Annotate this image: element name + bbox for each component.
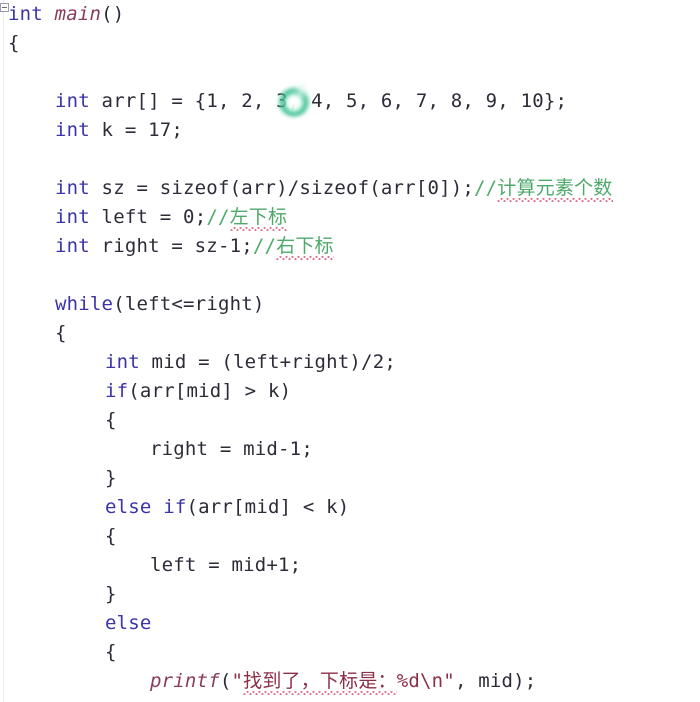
code-line[interactable]: }	[0, 580, 700, 609]
code-line[interactable]: while(left<=right)	[0, 290, 700, 319]
code-plain-token: {	[8, 32, 20, 54]
code-plain-token	[43, 3, 55, 25]
code-plain-token: (left<=right)	[113, 293, 265, 315]
code-line[interactable]: {	[0, 29, 700, 58]
code-number-token: 1	[229, 235, 242, 257]
code-number-token: 1	[278, 554, 290, 576]
code-line[interactable]: else	[0, 609, 700, 638]
code-keyword-token: if	[105, 380, 129, 402]
code-line[interactable]: if(arr[mid] > k)	[0, 377, 700, 406]
code-plain-token: {	[105, 641, 117, 663]
code-plain-token: (arr[mid] > k)	[128, 380, 292, 402]
code-plain-token: {	[105, 409, 117, 431]
code-line[interactable]: int right = sz-1;//右下标	[0, 232, 700, 261]
code-line[interactable]: int arr[] = {1, 2, 3, 4, 5, 6, 7, 8, 9, …	[0, 87, 700, 116]
code-editor-canvas[interactable]: int main() { int arr[] = {1, 2, 3, 4, 5, …	[0, 0, 700, 702]
code-keyword-token: while	[55, 293, 114, 315]
code-number-token: 1	[289, 438, 302, 460]
code-string-token: %d\n"	[396, 670, 455, 692]
code-number-token: 0	[183, 206, 195, 228]
code-line[interactable]: {	[0, 638, 700, 667]
code-plain-token: ;	[384, 351, 396, 373]
code-plain-token: right = mid-	[150, 438, 290, 460]
code-plain-token: }	[105, 467, 117, 489]
code-plain-token: {	[55, 322, 67, 344]
code-line[interactable]: {	[0, 522, 700, 551]
code-plain-token: right = sz-	[89, 235, 230, 257]
code-line[interactable]: int k = 17;	[0, 116, 700, 145]
code-line[interactable]	[0, 58, 700, 87]
code-plain-token: sz = sizeof(arr)/sizeof(arr[	[89, 177, 428, 199]
code-plain-token: left = mid+	[150, 554, 279, 576]
code-plain-token: ;	[171, 119, 184, 141]
code-line[interactable]: right = mid-1;	[0, 435, 700, 464]
code-number-token: 0	[427, 177, 440, 199]
code-plain-token: ]);	[439, 177, 475, 199]
code-number-token: 17	[148, 119, 172, 141]
code-comment-token: //	[252, 235, 277, 257]
code-line[interactable]: break;	[0, 696, 700, 702]
code-plain-token: mid = (left+right)/	[139, 351, 373, 373]
code-plain-token: ;	[555, 90, 568, 112]
code-string-token: "	[231, 670, 244, 692]
code-number-token: {1, 2, 3, 4, 5, 6, 7, 8, 9, 10}	[194, 90, 556, 112]
code-comment-token: //	[474, 177, 498, 199]
code-line[interactable]: else if(arr[mid] < k)	[0, 493, 700, 522]
code-line[interactable]	[0, 145, 700, 174]
code-keyword-token: else	[105, 496, 152, 518]
code-plain-token: ;	[301, 438, 313, 460]
code-string-token: 找到了，下标是：	[243, 667, 397, 696]
code-plain-token: ;	[289, 554, 302, 576]
code-line[interactable]: {	[0, 406, 700, 435]
code-plain-token	[152, 496, 164, 518]
code-line[interactable]: int left = 0;//左下标	[0, 203, 700, 232]
code-line[interactable]: printf("找到了，下标是：%d\n", mid);	[0, 667, 700, 696]
code-comment-token: 计算元素个数	[497, 174, 613, 203]
code-comment-token: 左下标	[229, 203, 288, 232]
code-plain-token: ;	[241, 235, 253, 257]
code-keyword-token: int	[55, 90, 90, 112]
code-keyword-token: int	[55, 177, 90, 199]
code-plain-token: }	[105, 583, 117, 605]
code-comment-token: //	[206, 206, 230, 228]
code-plain-token: (	[219, 670, 232, 692]
code-line[interactable]	[0, 261, 700, 290]
code-keyword-token: if	[163, 496, 187, 518]
code-line[interactable]: int sz = sizeof(arr)/sizeof(arr[0]);//计算…	[0, 174, 700, 203]
code-line[interactable]: {	[0, 319, 700, 348]
code-plain-token: ()	[101, 3, 125, 25]
code-plain-token: (arr[mid] < k)	[186, 496, 350, 518]
code-plain-token: {	[105, 525, 117, 547]
code-plain-token: k =	[89, 119, 149, 141]
code-keyword-token: int	[8, 3, 43, 25]
code-lines-container[interactable]: int main() { int arr[] = {1, 2, 3, 4, 5, …	[0, 0, 700, 702]
code-line[interactable]: int mid = (left+right)/2;	[0, 348, 700, 377]
code-plain-token: arr[] =	[89, 90, 195, 112]
code-line[interactable]: left = mid+1;	[0, 551, 700, 580]
code-keyword-token: int	[55, 206, 90, 228]
code-keyword-token: else	[105, 612, 152, 634]
code-line[interactable]: }	[0, 464, 700, 493]
code-number-token: 2	[372, 351, 385, 373]
code-comment-token: 右下标	[276, 232, 334, 261]
code-plain-token: left =	[89, 206, 184, 228]
code-plain-token: ;	[194, 206, 207, 228]
code-keyword-token: int	[55, 235, 90, 257]
code-keyword-token: int	[105, 351, 140, 373]
code-plain-token: , mid);	[454, 670, 537, 692]
code-function-token: main	[54, 3, 102, 25]
code-keyword-token: int	[55, 119, 90, 141]
code-line[interactable]: int main()	[0, 0, 700, 29]
code-function-token: printf	[150, 670, 220, 692]
